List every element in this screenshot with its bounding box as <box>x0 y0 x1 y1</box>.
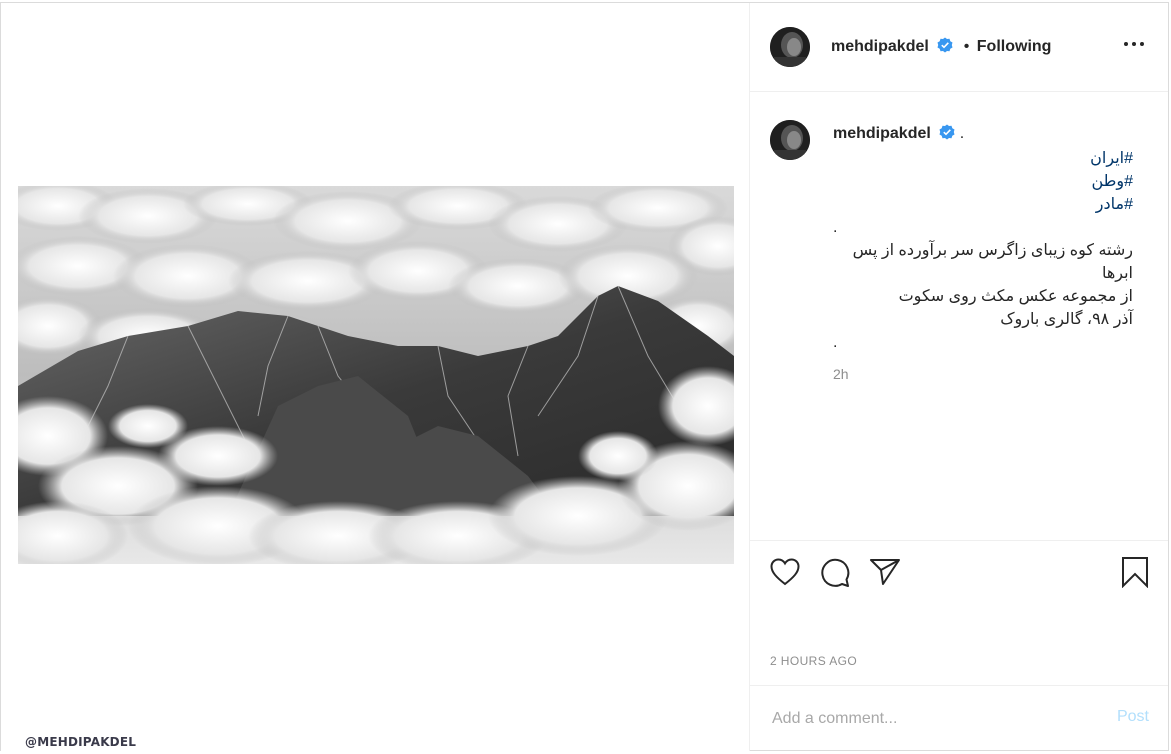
caption-line: ابرها <box>1101 265 1133 282</box>
following-button[interactable]: Following <box>977 38 1052 55</box>
avatar-photo <box>770 27 810 67</box>
header-user-line: mehdipakdel • Following <box>831 37 1051 58</box>
caption-username[interactable]: mehdipakdel <box>833 125 931 142</box>
verified-badge-icon <box>937 37 953 58</box>
comment-icon[interactable] <box>820 558 850 593</box>
header-separator: • <box>963 38 970 55</box>
share-icon[interactable] <box>869 558 901 591</box>
caption-area: mehdipakdel . #ایران #وطن #مادر . رشته ک… <box>750 92 1168 540</box>
hashtag-link[interactable]: #مادر <box>833 193 1133 216</box>
verified-badge-icon <box>939 124 955 147</box>
caption-line: آذر ۹۸، گالری باروک <box>1000 311 1133 328</box>
mountains-above-clouds-photo <box>18 186 734 564</box>
hashtag-link[interactable]: #ایران <box>833 147 1133 170</box>
caption-line: . <box>833 334 838 351</box>
heart-icon[interactable] <box>770 558 800 591</box>
bookmark-icon[interactable] <box>1121 556 1149 593</box>
caption-avatar[interactable] <box>770 120 810 160</box>
caption-line: رشته کوه زیبای زاگرس سر برآورده از پس <box>852 242 1133 259</box>
hashtag-link[interactable]: #وطن <box>833 170 1133 193</box>
comment-input[interactable] <box>770 706 1094 732</box>
post-comment-button[interactable]: Post <box>1117 708 1149 726</box>
caption-line: . <box>833 219 838 236</box>
avatar[interactable] <box>770 27 810 67</box>
post-sidebar: mehdipakdel • Following mehdipakdel . #ا… <box>749 3 1168 751</box>
avatar-photo <box>770 120 810 160</box>
caption-line: از مجموعه عکس مکث روی سکوت <box>898 288 1133 305</box>
action-bar: 2 HOURS AGO <box>750 540 1168 685</box>
post-photo[interactable] <box>18 186 734 564</box>
caption-time[interactable]: 2h <box>833 363 1133 386</box>
caption-text: mehdipakdel . #ایران #وطن #مادر . رشته ک… <box>833 122 1133 386</box>
caption-line: . <box>959 125 965 142</box>
post-timestamp[interactable]: 2 HOURS AGO <box>770 654 857 668</box>
media-pane: @MEHDIPAKDEL <box>1 3 749 751</box>
comment-bar: Post <box>750 685 1168 751</box>
photo-watermark: @MEHDIPAKDEL <box>25 735 137 749</box>
post-header: mehdipakdel • Following <box>750 3 1168 92</box>
header-username[interactable]: mehdipakdel <box>831 38 929 55</box>
more-options-icon[interactable] <box>1122 36 1146 46</box>
